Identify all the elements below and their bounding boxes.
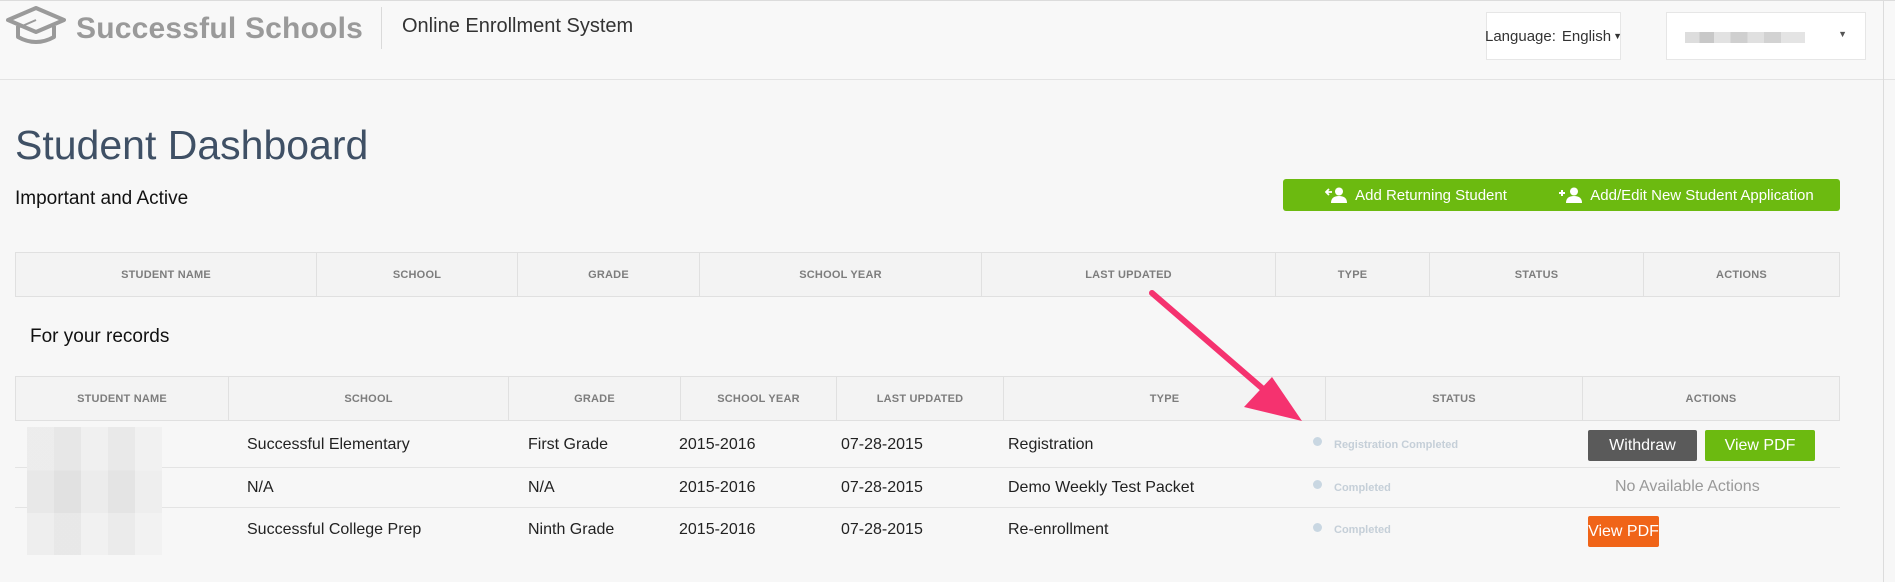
col-actions: ACTIONS: [1716, 268, 1767, 281]
col-school-year[interactable]: SCHOOL YEAR: [700, 253, 982, 296]
cell-school-year: 2015-2016: [679, 478, 756, 496]
col-student-name[interactable]: STUDENT NAME: [16, 377, 229, 420]
cell-school: Successful Elementary: [247, 435, 410, 453]
col-last-updated[interactable]: LAST UPDATED: [837, 377, 1004, 420]
status-text: Completed: [1334, 481, 1391, 494]
status-text: Registration Completed: [1334, 438, 1459, 451]
important-table-header: STUDENT NAME SCHOOL GRADE SCHOOL YEAR LA…: [15, 252, 1840, 297]
status-dot-icon: [1313, 480, 1322, 489]
col-school[interactable]: SCHOOL: [317, 253, 518, 296]
col-status[interactable]: STATUS: [1430, 253, 1644, 296]
table-row: Successful College Prep Ninth Grade 2015…: [15, 508, 1840, 552]
redacted-student-names: [27, 427, 162, 555]
cell-grade: First Grade: [528, 435, 609, 453]
cell-status: Registration Completed: [1313, 422, 1458, 467]
cell-last-updated: 07-28-2015: [841, 521, 923, 538]
cell-school: N/A: [247, 478, 274, 496]
cell-last-updated: 07-28-2015: [841, 435, 923, 453]
brand-name: Successful Schools: [76, 12, 364, 45]
caret-down-icon: ▼: [1838, 29, 1847, 39]
records-section-heading: For your records: [30, 326, 170, 347]
cell-grade: N/A: [528, 478, 555, 496]
col-school-year[interactable]: SCHOOL YEAR: [681, 377, 837, 420]
col-grade[interactable]: GRADE: [518, 253, 700, 296]
status-text: Completed: [1334, 524, 1391, 536]
header-divider: [381, 7, 382, 49]
cell-school: Successful College Prep: [247, 521, 422, 538]
cell-type: Re-enrollment: [1008, 521, 1109, 538]
add-new-student-application-button[interactable]: Add/Edit New Student Application: [1532, 179, 1840, 211]
cell-type: Registration: [1008, 435, 1094, 453]
view-pdf-button[interactable]: View PDF: [1705, 430, 1815, 461]
no-actions-text: No Available Actions: [1615, 478, 1760, 495]
graduation-cap-icon: [6, 5, 66, 54]
table-row: Successful Elementary First Grade 2015-2…: [15, 422, 1840, 468]
system-title: Online Enrollment System: [402, 15, 634, 37]
important-section-heading: Important and Active: [15, 188, 189, 209]
cell-grade: Ninth Grade: [528, 521, 615, 538]
language-selector[interactable]: Language: English ▼: [1484, 12, 1623, 60]
view-pdf-button[interactable]: View PDF: [1588, 516, 1659, 547]
status-dot-icon: [1313, 522, 1322, 532]
user-menu[interactable]: ▼: [1666, 12, 1866, 60]
cell-school-year: 2015-2016: [679, 435, 756, 453]
user-return-icon: [1325, 187, 1348, 203]
user-plus-icon: [1558, 187, 1583, 203]
col-student-name[interactable]: STUDENT NAME: [16, 253, 317, 296]
withdraw-button[interactable]: Withdraw: [1588, 430, 1697, 461]
annotation-arrow-icon: [1149, 290, 1302, 421]
add-returning-student-label: Add Returning Student: [1355, 186, 1507, 204]
top-navbar: Successful Schools Online Enrollment Sys…: [0, 0, 1895, 80]
col-grade[interactable]: GRADE: [509, 377, 681, 420]
cell-type: Demo Weekly Test Packet: [1008, 478, 1195, 496]
cell-last-updated: 07-28-2015: [841, 478, 923, 496]
cell-status: Completed: [1313, 508, 1391, 552]
page-title: Student Dashboard: [15, 122, 369, 168]
caret-down-icon: ▼: [1613, 31, 1623, 41]
language-label: Language:: [1484, 27, 1556, 45]
language-value: English: [1561, 27, 1612, 45]
col-status[interactable]: STATUS: [1326, 377, 1583, 420]
cell-school-year: 2015-2016: [679, 521, 756, 538]
add-new-student-application-label: Add/Edit New Student Application: [1590, 186, 1814, 204]
col-school[interactable]: SCHOOL: [229, 377, 509, 420]
redacted-user-name: [1685, 32, 1805, 43]
col-actions: ACTIONS: [1685, 392, 1737, 405]
status-dot-icon: [1313, 437, 1322, 446]
brand-logo[interactable]: Successful Schools: [6, 5, 363, 53]
cell-status: Completed: [1313, 468, 1391, 507]
window-edge: [1883, 0, 1884, 582]
add-returning-student-button[interactable]: Add Returning Student: [1283, 179, 1549, 211]
table-row: N/A N/A 2015-2016 07-28-2015 Demo Weekly…: [15, 468, 1840, 508]
records-table-header: STUDENT NAME SCHOOL GRADE SCHOOL YEAR LA…: [15, 376, 1840, 421]
